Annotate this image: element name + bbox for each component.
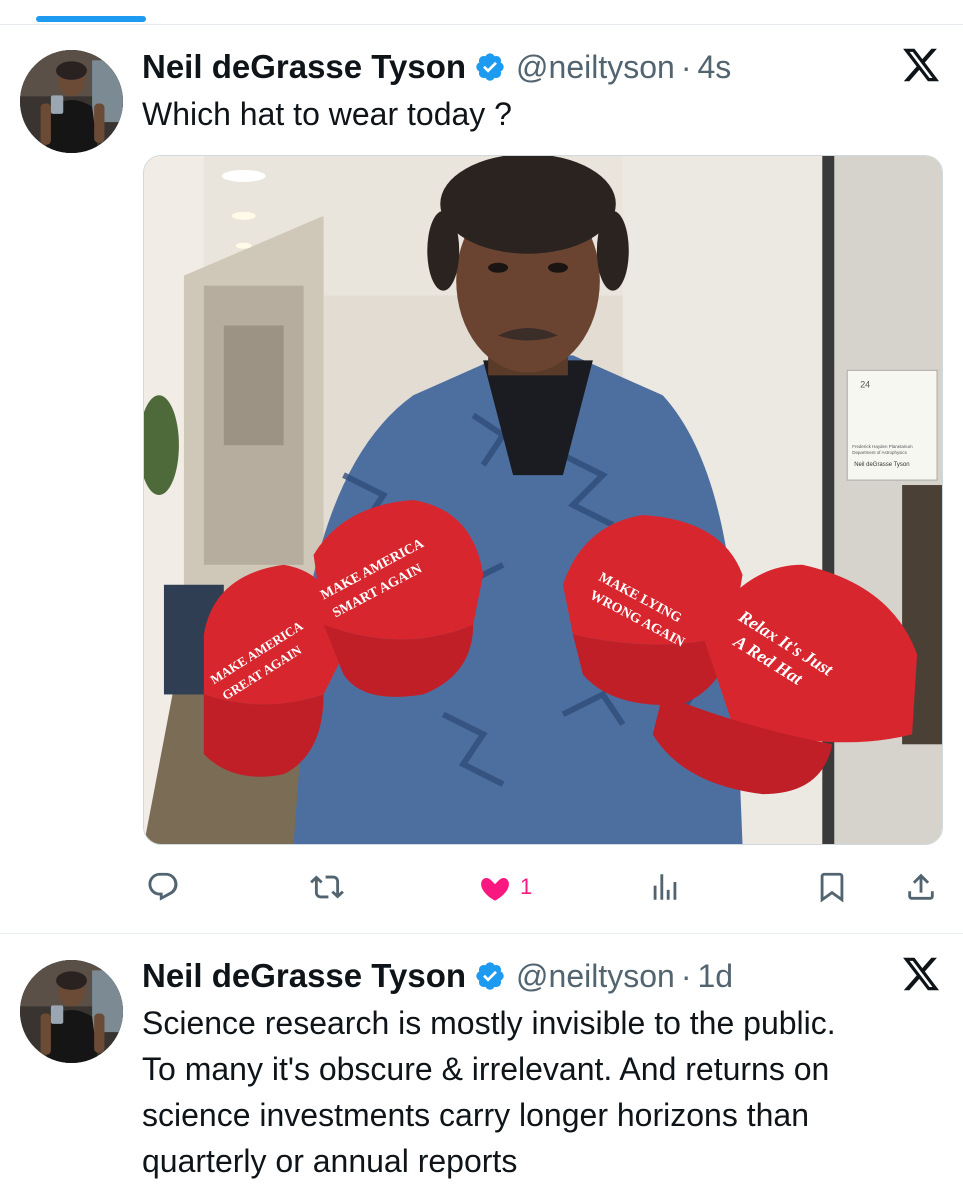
verified-badge-icon bbox=[474, 51, 506, 83]
bookmark-button[interactable] bbox=[815, 863, 849, 911]
tweet-header: Neil deGrasse Tyson @neiltyson · 4s bbox=[142, 47, 731, 87]
x-logo-icon bbox=[901, 954, 941, 994]
avatar[interactable] bbox=[20, 960, 123, 1063]
timestamp[interactable]: 4s bbox=[697, 49, 731, 86]
avatar[interactable] bbox=[20, 50, 123, 153]
tweet-text-line: quarterly or annual reports bbox=[142, 1143, 518, 1179]
author-handle[interactable]: @neiltyson bbox=[516, 49, 675, 86]
author-name[interactable]: Neil deGrasse Tyson bbox=[142, 957, 466, 995]
svg-text:Neil deGrasse Tyson: Neil deGrasse Tyson bbox=[854, 462, 909, 468]
author-handle[interactable]: @neiltyson bbox=[516, 958, 675, 995]
x-logo-icon bbox=[901, 45, 941, 85]
reply-button[interactable] bbox=[146, 863, 180, 911]
door-sign-number: 24 bbox=[860, 379, 870, 389]
tweet-text-line: Science research is mostly invisible to … bbox=[142, 1005, 836, 1041]
svg-text:Department of Astrophysics: Department of Astrophysics bbox=[852, 450, 907, 455]
separator-dot: · bbox=[680, 957, 692, 994]
retweet-button[interactable] bbox=[310, 863, 344, 911]
tweet-text: Science research is mostly invisible to … bbox=[142, 1000, 942, 1184]
reply-icon bbox=[146, 870, 180, 904]
tweet-actions: 1 bbox=[0, 863, 963, 911]
tweet-text-line: science investments carry longer horizon… bbox=[142, 1097, 809, 1133]
tweet-card[interactable]: Neil deGrasse Tyson @neiltyson · 1d Scie… bbox=[0, 934, 963, 1200]
avatar-image bbox=[20, 960, 123, 1063]
svg-text:Frederick Hayden Planetarium: Frederick Hayden Planetarium bbox=[852, 444, 913, 449]
share-icon bbox=[904, 870, 938, 904]
avatar-image bbox=[20, 50, 123, 153]
heart-icon bbox=[478, 870, 512, 904]
tweet-header: Neil deGrasse Tyson @neiltyson · 1d bbox=[142, 956, 733, 996]
hat-3: MAKE LYING WRONG AGAIN bbox=[562, 514, 743, 706]
tweet-photo[interactable]: 24 Frederick Hayden Planetarium Departme… bbox=[143, 155, 943, 845]
tweet-card[interactable]: Neil deGrasse Tyson @neiltyson · 4s Whic… bbox=[0, 25, 963, 933]
views-button[interactable] bbox=[648, 863, 682, 911]
timestamp[interactable]: 1d bbox=[697, 958, 733, 995]
tweet-text: Which hat to wear today ? bbox=[142, 96, 512, 132]
active-tab-indicator bbox=[36, 16, 146, 22]
like-button[interactable]: 1 bbox=[478, 863, 532, 911]
share-button[interactable] bbox=[904, 863, 938, 911]
separator-dot: · bbox=[680, 48, 692, 85]
tweet-text-line: To many it's obscure & irrelevant. And r… bbox=[142, 1051, 830, 1087]
like-count: 1 bbox=[520, 874, 533, 899]
author-name[interactable]: Neil deGrasse Tyson bbox=[142, 48, 466, 86]
retweet-icon bbox=[310, 870, 344, 904]
views-icon bbox=[648, 870, 682, 904]
photo-image: 24 Frederick Hayden Planetarium Departme… bbox=[144, 156, 942, 844]
verified-badge-icon bbox=[474, 960, 506, 992]
bookmark-icon bbox=[815, 870, 849, 904]
